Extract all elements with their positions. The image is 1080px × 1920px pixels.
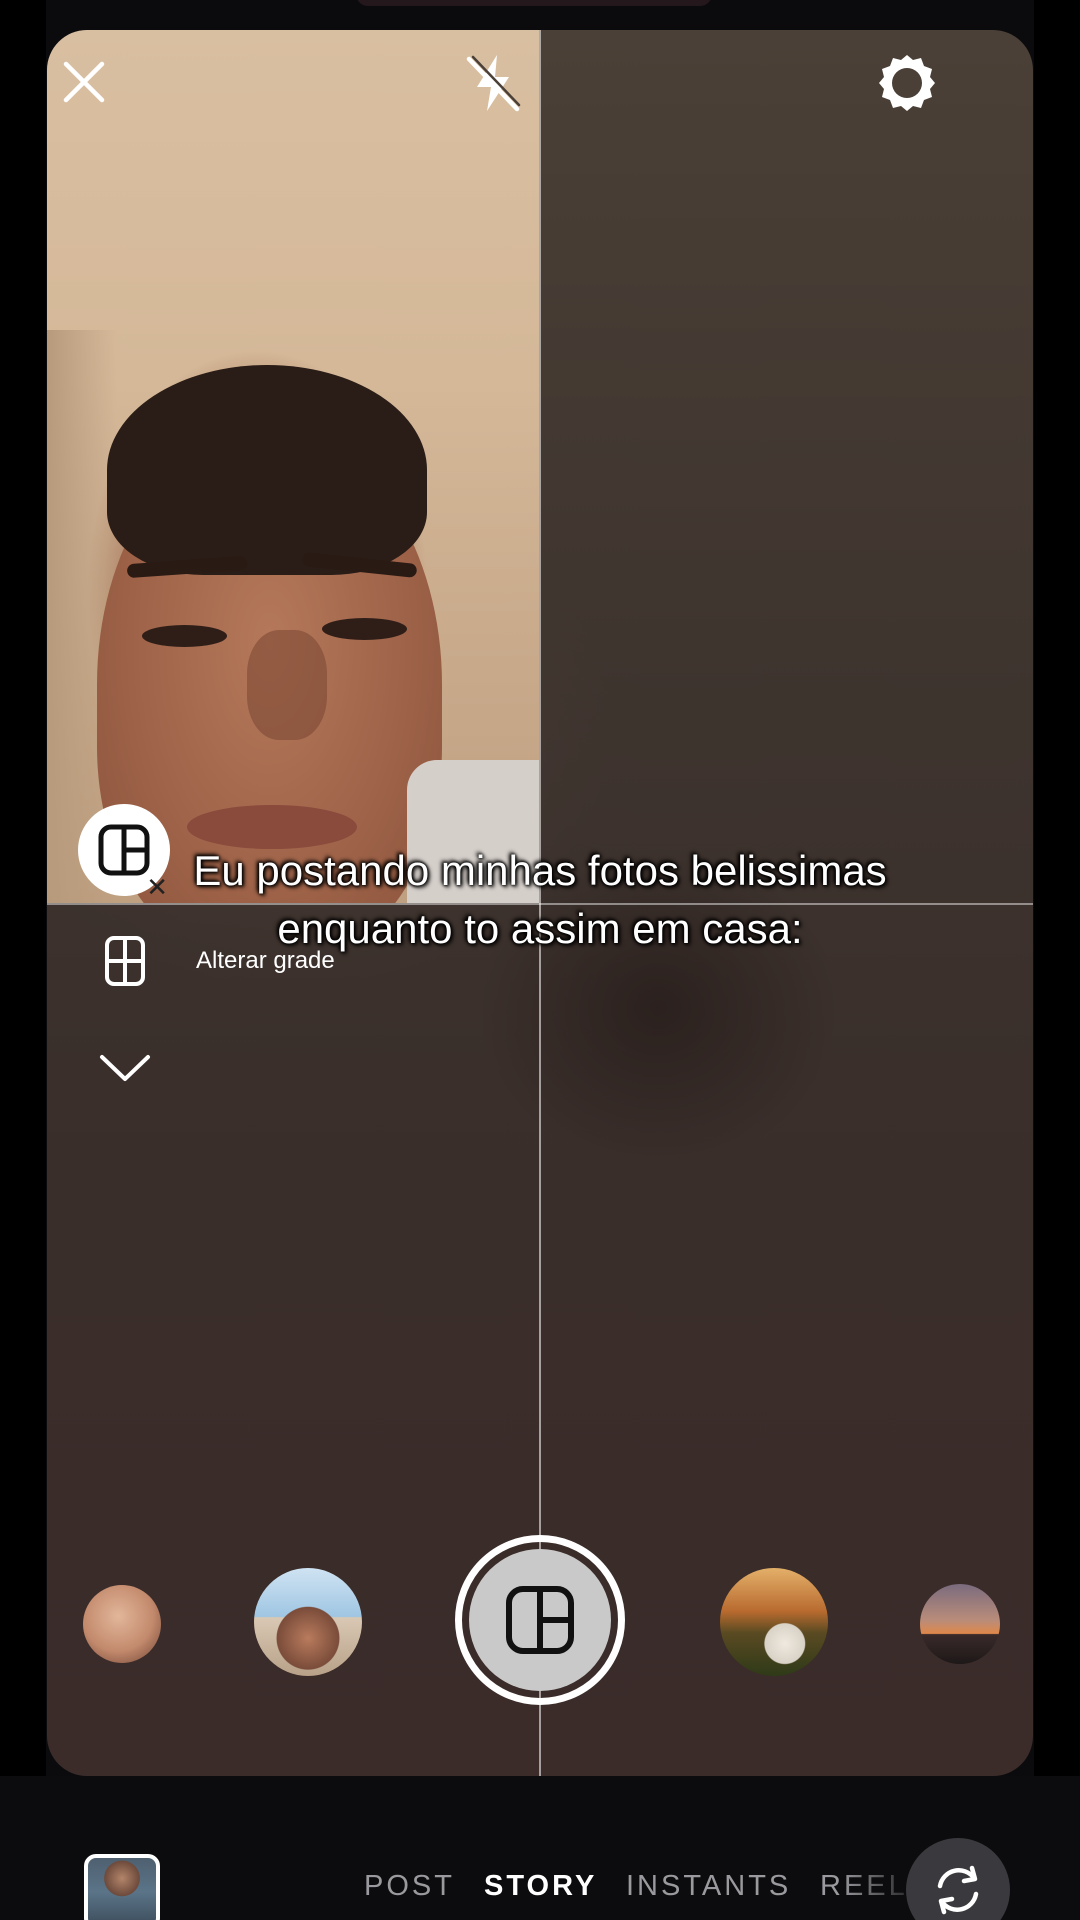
flash-toggle-button[interactable]	[454, 44, 532, 122]
mode-story[interactable]: STORY	[484, 1870, 597, 1903]
layout-cell-captured-photo[interactable]	[47, 30, 539, 903]
right-edge	[1034, 0, 1080, 1920]
shutter-inner	[469, 1549, 611, 1691]
photo-nose	[247, 630, 327, 740]
close-button[interactable]	[48, 46, 120, 118]
flash-off-icon	[466, 55, 521, 112]
shutter-button[interactable]	[455, 1535, 625, 1705]
close-icon	[63, 61, 105, 103]
left-edge	[0, 0, 46, 1920]
settings-icon	[879, 55, 935, 111]
settings-button[interactable]	[868, 44, 946, 122]
caption-line-2: enquanto to assim em casa:	[277, 905, 803, 952]
camera-screen: ✕ Alterar grade Eu postando minhas fotos…	[0, 0, 1080, 1920]
chevron-down-icon	[100, 1055, 150, 1081]
effect-thumbnail[interactable]	[254, 1568, 362, 1676]
caption-line-1: Eu postando minhas fotos belissimas	[193, 847, 887, 894]
effect-thumbnail[interactable]	[720, 1568, 828, 1676]
effect-thumbnail[interactable]	[83, 1585, 161, 1663]
collapse-tools-button[interactable]	[90, 1040, 160, 1096]
photo-right-eye	[322, 618, 407, 640]
flip-camera-icon	[937, 1865, 979, 1915]
effect-thumbnail[interactable]	[920, 1584, 1000, 1664]
photo-hair	[107, 365, 427, 575]
mode-post[interactable]: POST	[364, 1870, 455, 1903]
status-notch	[356, 0, 712, 6]
mode-instants[interactable]: INSTANTS	[626, 1870, 791, 1903]
video-caption: Eu postando minhas fotos belissimas enqu…	[60, 842, 1020, 958]
layout-icon	[506, 1586, 574, 1654]
photo-left-eye	[142, 625, 227, 647]
